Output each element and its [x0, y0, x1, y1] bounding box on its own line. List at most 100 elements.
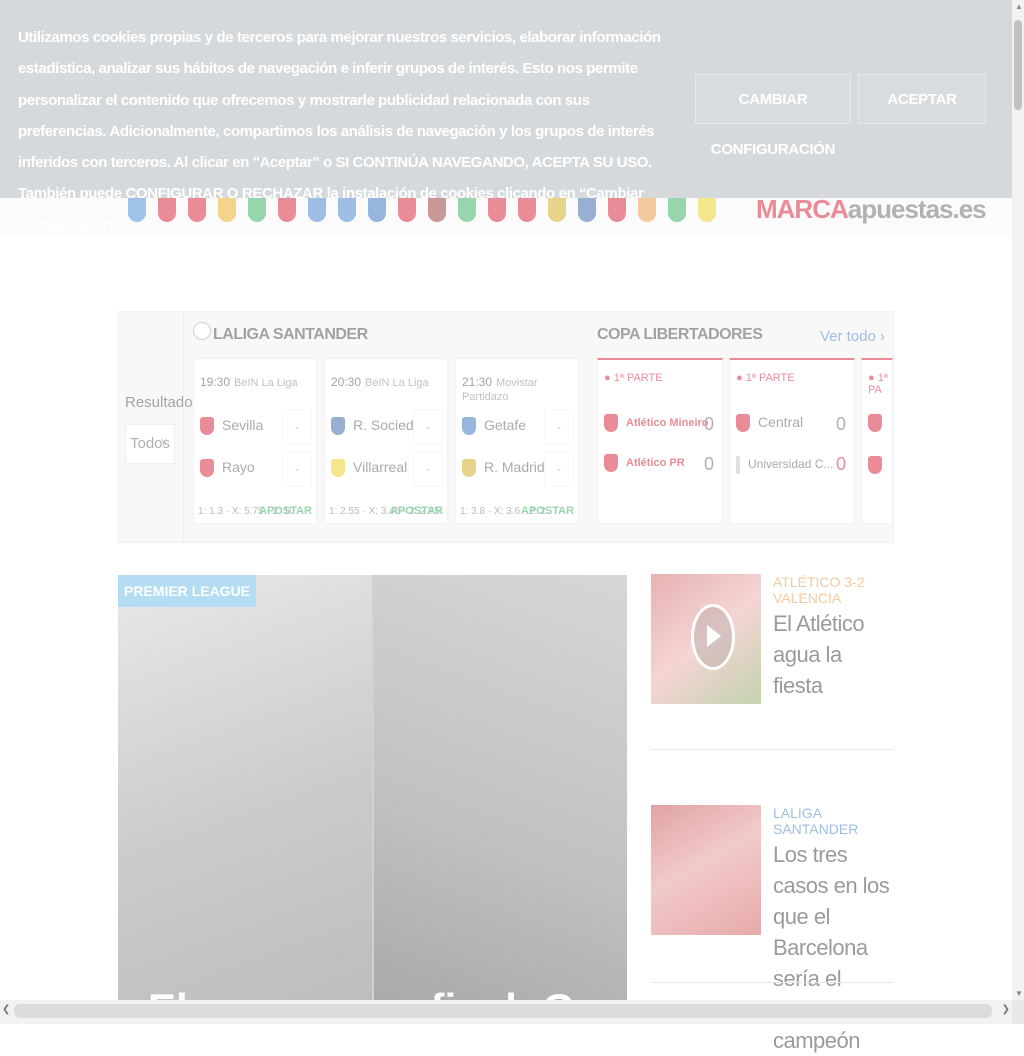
chevron-down-icon: ∨ [159, 436, 168, 448]
divider [183, 312, 184, 542]
horizontal-scrollbar[interactable]: ❮ ❯ [0, 1000, 1012, 1024]
match-period: ● 1ª PARTE [736, 372, 795, 384]
vertical-scrollbar[interactable]: ▲ ▼ [1012, 0, 1024, 1000]
klopp-photo [374, 575, 627, 1000]
guardiola-photo [118, 575, 372, 1000]
scrollbar-thumb[interactable] [14, 1004, 992, 1018]
team-crest-icon [736, 456, 740, 474]
scroll-right-arrow-icon[interactable]: ❯ [1002, 1004, 1010, 1015]
article-kicker[interactable]: ATLÉTICO 3-2 VALENCIA [773, 574, 894, 606]
marca-apuestas-logo[interactable]: MARCAapuestas.es [756, 194, 987, 225]
team-crest-icon [868, 414, 882, 433]
article-title[interactable]: El Atlético agua la fiesta [773, 608, 895, 701]
home-team [868, 414, 890, 433]
team-name: Sevilla [222, 417, 264, 433]
home-team: Atlético Mineiro [604, 414, 709, 432]
article-thumbnail[interactable] [651, 574, 761, 704]
team-name: R. Madrid [484, 459, 545, 475]
scrollbar-corner [1012, 1000, 1024, 1024]
team-name: Getafe [484, 417, 527, 433]
team-crest-icon[interactable] [698, 194, 716, 222]
tv-channel: BeIN La Liga [234, 377, 298, 389]
divider [651, 982, 894, 983]
live-match-card[interactable]: ● 1ª PA [861, 358, 893, 524]
home-score: - [413, 409, 443, 445]
away-team: Rayo [200, 459, 255, 478]
side-article[interactable]: ATLÉTICO 3-2 VALENCIA El Atlético agua l… [651, 574, 894, 704]
away-team: Atlético PR [604, 454, 685, 472]
home-score: - [544, 409, 574, 445]
home-score: 0 [703, 414, 714, 434]
match-time: 19:30 BeIN La Liga [200, 375, 298, 389]
away-score: - [413, 451, 443, 487]
scrollbar-thumb[interactable] [1014, 20, 1022, 110]
scroll-left-arrow-icon[interactable]: ❮ [2, 1004, 10, 1015]
hero-category-tag[interactable]: PREMIER LEAGUE [118, 575, 257, 607]
away-team: Villarreal [331, 459, 408, 478]
team-name: Central [758, 414, 804, 430]
live-match-card[interactable]: ● 1ª PARTE Central 0 Universidad C... 0 [729, 358, 855, 524]
bet-button[interactable]: APOSTAR [521, 505, 574, 517]
home-team: Getafe [462, 417, 527, 436]
team-crest-icon [868, 456, 882, 475]
kickoff-time: 21:30 [462, 375, 493, 389]
article-thumbnail[interactable] [651, 805, 761, 935]
play-icon[interactable] [691, 604, 735, 670]
article-kicker[interactable]: LALIGA SANTANDER [773, 805, 894, 837]
scroll-up-arrow-icon[interactable]: ▲ [1015, 2, 1023, 11]
hero-headline[interactable]: El cara a cara final: Guardiola o Klopp [148, 985, 627, 1000]
hero-article[interactable]: PREMIER LEAGUE El cara a cara final: Gua… [118, 575, 627, 1000]
bet-button[interactable]: APOSTAR [259, 505, 312, 517]
home-score: - [282, 409, 312, 445]
team-name: Universidad C... [748, 457, 834, 472]
team-name: Rayo [222, 459, 255, 475]
tv-channel: BeIN La Liga [365, 377, 429, 389]
scores-widget: Resultados: Todos ∨ LALIGA SANTANDER 19:… [118, 311, 894, 543]
villarreal-crest-icon [331, 459, 345, 478]
match-card[interactable]: 21:30 Movistar Partidazo Getafe - R. Madr… [455, 358, 579, 524]
match-time: 21:30 Movistar Partidazo [462, 375, 578, 403]
away-score: - [544, 451, 574, 487]
cookie-notice-text: Utilizamos cookies propias y de terceros… [18, 29, 661, 234]
team-crest-icon [604, 454, 618, 472]
team-name: Atlético PR [626, 456, 685, 469]
match-card[interactable]: 19:30 BeIN La Liga Sevilla - Rayo - 1: 1.… [193, 358, 317, 524]
real-sociedad-crest-icon [331, 417, 345, 436]
away-score: 0 [703, 454, 714, 474]
match-period: ● 1ª PA [868, 372, 888, 396]
brand-marca: MARCA [756, 194, 849, 224]
team-name: Atlético Mineiro [626, 416, 709, 429]
laliga-title: LALIGA SANTANDER [213, 326, 368, 343]
match-card[interactable]: 20:30 BeIN La Liga R. Sociedad - Villarre… [324, 358, 448, 524]
getafe-crest-icon [462, 417, 476, 436]
team-crest-icon [604, 414, 618, 432]
home-team: Sevilla [200, 417, 264, 436]
team-name: Villarreal [353, 459, 408, 475]
divider [651, 749, 894, 750]
home-score: 0 [835, 414, 846, 434]
accept-cookies-button[interactable]: ACEPTAR [858, 74, 986, 124]
sevilla-crest-icon [200, 417, 214, 436]
rayo-crest-icon [200, 459, 214, 478]
away-score: 0 [835, 454, 846, 474]
side-article[interactable]: LALIGA SANTANDER Los tres casos en los q… [651, 805, 894, 1053]
live-match-card[interactable]: ● 1ª PARTE Atlético Mineiro 0 Atlético P… [597, 358, 723, 524]
results-filter-select[interactable]: Todos ∨ [125, 424, 175, 464]
see-all-link[interactable]: Ver todo › [820, 328, 885, 345]
home-team: Central [736, 414, 804, 433]
bet-button[interactable]: APOSTAR [390, 505, 443, 517]
away-team: R. Madrid [462, 459, 545, 478]
libertadores-title: COPA LIBERTADORES [597, 326, 763, 343]
football-icon [193, 322, 211, 340]
brand-apuestas: apuestas.es [847, 194, 987, 224]
away-score: - [282, 451, 312, 487]
match-time: 20:30 BeIN La Liga [331, 375, 429, 389]
cookie-consent-banner: Utilizamos cookies propias y de terceros… [0, 0, 1012, 234]
change-settings-button[interactable]: CAMBIAR CONFIGURACIÓN [695, 74, 851, 158]
scroll-down-arrow-icon[interactable]: ▼ [1015, 989, 1023, 998]
away-team: Universidad C... [736, 456, 833, 474]
away-team [868, 456, 890, 475]
kickoff-time: 19:30 [200, 375, 231, 389]
match-period: ● 1ª PARTE [604, 372, 663, 384]
team-crest-icon [736, 414, 750, 433]
